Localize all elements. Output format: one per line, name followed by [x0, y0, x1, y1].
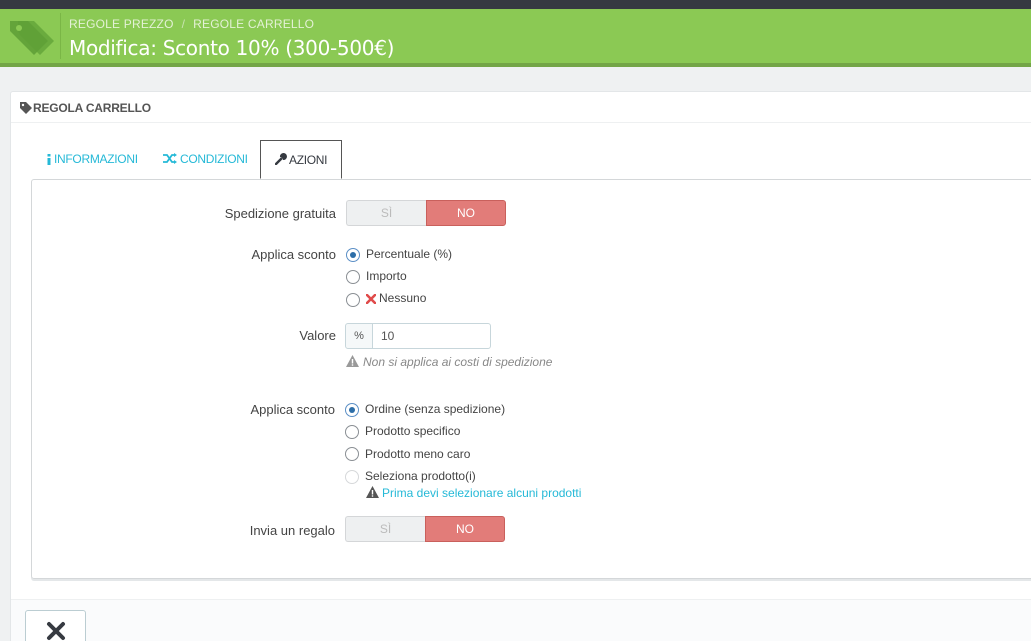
info-icon [47, 154, 51, 165]
radio-importo[interactable] [346, 270, 360, 284]
cart-rule-panel: REGOLA CARRELLO INFORMAZIONI CONDIZIONI … [10, 91, 1031, 641]
radio-ordine[interactable] [345, 403, 359, 417]
tab-informazioni[interactable]: INFORMAZIONI [44, 140, 144, 179]
radio-percentuale[interactable] [346, 248, 360, 262]
tab-label: INFORMAZIONI [54, 152, 138, 166]
tag-icon [20, 102, 32, 114]
warning-icon [346, 355, 359, 367]
breadcrumb-item[interactable]: REGOLE PREZZO [69, 17, 174, 31]
switch-yes[interactable]: SÌ [346, 200, 426, 226]
gift-label: Invia un regalo [249, 523, 335, 538]
apply-to-label: Applica sconto [250, 402, 335, 417]
tab-label: AZIONI [289, 153, 328, 167]
breadcrumb: REGOLE PREZZO / REGOLE CARRELLO [69, 17, 315, 31]
switch-yes[interactable]: SÌ [345, 516, 425, 542]
gift-switch: SÌ NO [345, 516, 505, 542]
radio-seleziona-prodotti[interactable] [345, 470, 359, 484]
page-title: Modifica: Sconto 10% (300-500€) [69, 36, 395, 60]
free-shipping-label: Spedizione gratuita [224, 206, 336, 221]
radio-label: Percentuale (%) [366, 247, 453, 261]
radio-prodotto-specifico[interactable] [345, 425, 359, 439]
free-shipping-switch: SÌ NO [346, 200, 506, 226]
percent-addon: % [345, 323, 373, 349]
apply-discount-label: Applica sconto [251, 247, 336, 262]
tab-azioni[interactable]: AZIONI [260, 140, 342, 179]
discount-value-input[interactable]: 10 [372, 323, 491, 349]
switch-no[interactable]: NO [426, 200, 506, 226]
radio-label: Prodotto meno caro [365, 447, 471, 461]
tag-icon [0, 9, 60, 63]
panel-heading: REGOLA CARRELLO [11, 92, 1031, 123]
tab-condizioni[interactable]: CONDIZIONI [161, 140, 261, 179]
radio-label: Ordine (senza spedizione) [365, 402, 506, 416]
close-icon [47, 622, 65, 640]
wrench-icon [275, 153, 287, 165]
switch-no[interactable]: NO [425, 516, 505, 542]
radio-prodotto-meno-caro[interactable] [345, 447, 359, 461]
value-label: Valore [299, 328, 336, 343]
radio-nessuno[interactable] [346, 293, 360, 307]
value-help: Non si applica ai costi di spedizione [363, 355, 553, 369]
breadcrumb-item[interactable]: REGOLE CARRELLO [193, 17, 314, 31]
tab-label: CONDIZIONI [180, 152, 248, 166]
radio-label: Seleziona prodotto(i) [365, 469, 476, 483]
radio-label: Nessuno [379, 291, 427, 305]
panel-footer [11, 600, 1031, 641]
random-icon [163, 153, 177, 164]
top-bar [0, 0, 1031, 9]
select-products-link[interactable]: Prima devi selezionare alcuni prodotti [382, 486, 581, 500]
radio-label: Importo [366, 269, 407, 283]
warning-icon [366, 486, 379, 498]
radio-label: Prodotto specifico [365, 424, 461, 438]
tab-content-azioni: Spedizione gratuita SÌ NO Applica sconto… [31, 179, 1031, 579]
x-icon [366, 294, 376, 304]
cancel-button[interactable] [25, 610, 86, 641]
